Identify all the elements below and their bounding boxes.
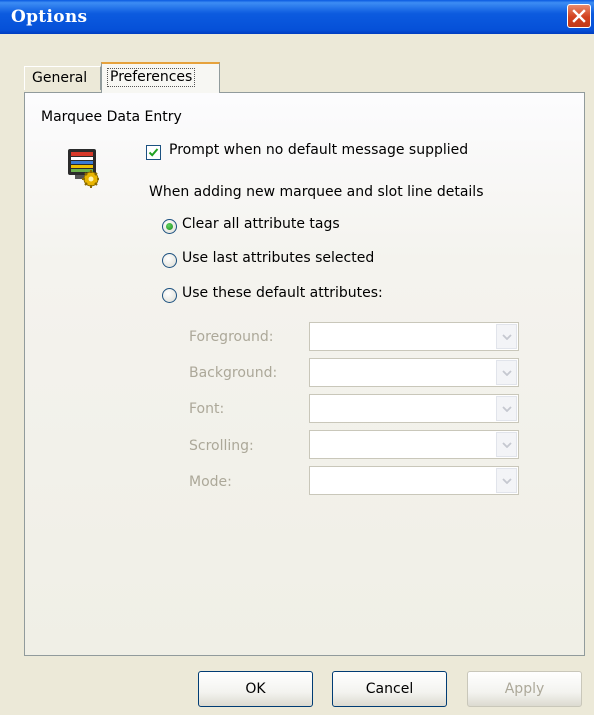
- apply-button-label: Apply: [504, 681, 545, 697]
- scrolling-select[interactable]: [309, 430, 519, 459]
- font-select[interactable]: [309, 394, 519, 423]
- cancel-button[interactable]: Cancel: [332, 671, 447, 707]
- close-button[interactable]: [567, 4, 591, 28]
- ok-button[interactable]: OK: [198, 671, 313, 707]
- font-dropdown-button[interactable]: [496, 396, 517, 421]
- window-title: Options: [11, 7, 88, 27]
- checkmark-icon: [148, 148, 159, 157]
- apply-button[interactable]: Apply: [467, 671, 582, 707]
- tab-general-label: General: [32, 70, 88, 86]
- foreground-dropdown-button[interactable]: [496, 324, 517, 349]
- font-label: Font:: [189, 401, 225, 417]
- tab-preferences[interactable]: Preferences: [101, 62, 220, 93]
- radio-use-default-label[interactable]: Use these default attributes:: [182, 285, 383, 301]
- title-bar[interactable]: Options: [0, 0, 594, 34]
- ok-button-label: OK: [245, 681, 266, 697]
- chevron-down-icon: [502, 370, 512, 376]
- radio-clear-all[interactable]: [162, 219, 177, 234]
- background-dropdown-button[interactable]: [496, 360, 517, 385]
- scrolling-dropdown-button[interactable]: [496, 432, 517, 457]
- radio-clear-all-label[interactable]: Clear all attribute tags: [182, 216, 340, 232]
- chevron-down-icon: [502, 406, 512, 412]
- chevron-down-icon: [502, 442, 512, 448]
- prompt-checkbox[interactable]: [146, 145, 161, 160]
- radio-use-default[interactable]: [162, 288, 177, 303]
- group-title: Marquee Data Entry: [41, 109, 182, 125]
- chevron-down-icon: [502, 478, 512, 484]
- scrolling-label: Scrolling:: [189, 438, 254, 454]
- background-label: Background:: [189, 365, 278, 381]
- foreground-select[interactable]: [309, 322, 519, 351]
- mode-label: Mode:: [189, 474, 232, 490]
- chevron-down-icon: [502, 334, 512, 340]
- mode-dropdown-button[interactable]: [496, 468, 517, 493]
- tab-general[interactable]: General: [24, 66, 101, 90]
- radio-use-last-label[interactable]: Use last attributes selected: [182, 250, 374, 266]
- mode-select[interactable]: [309, 466, 519, 495]
- foreground-label: Foreground:: [189, 329, 274, 345]
- tab-preferences-label: Preferences: [107, 68, 196, 87]
- background-select[interactable]: [309, 358, 519, 387]
- cancel-button-label: Cancel: [365, 681, 414, 697]
- marquee-settings-icon: [68, 149, 99, 188]
- adding-heading: When adding new marquee and slot line de…: [149, 184, 484, 200]
- prompt-checkbox-label[interactable]: Prompt when no default message supplied: [169, 142, 468, 158]
- radio-use-last[interactable]: [162, 253, 177, 268]
- close-icon: [572, 9, 586, 23]
